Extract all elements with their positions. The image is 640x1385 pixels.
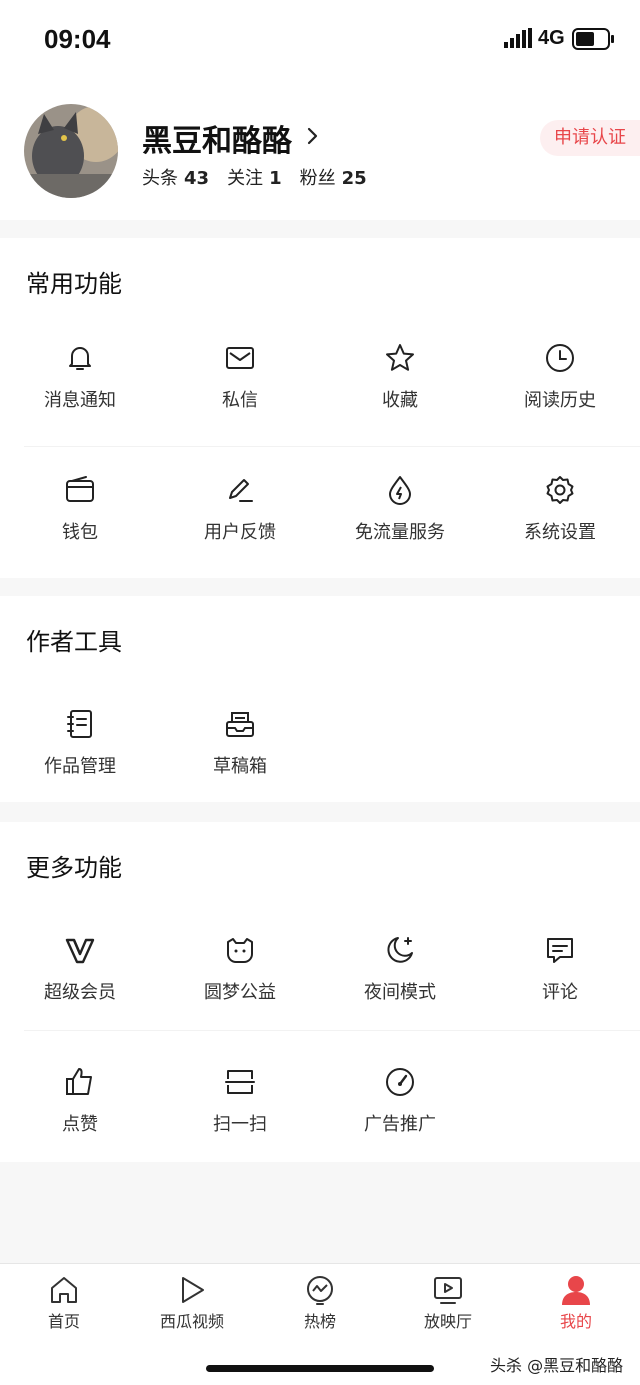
- menu-item-charity[interactable]: 圆梦公益: [160, 912, 320, 1042]
- menu-item-wallet[interactable]: 钱包: [0, 452, 160, 582]
- section-author-tools: 作者工具 作品管理 草稿箱: [0, 596, 640, 802]
- trending-icon: [307, 1276, 333, 1305]
- section-common-functions: 常用功能 消息通知 私信 收藏 阅读历史 钱包 用户反馈 免流量服务 系统设置: [0, 238, 640, 578]
- menu-item-feedback[interactable]: 用户反馈: [160, 452, 320, 582]
- clock-icon: [546, 344, 574, 372]
- status-bar: 09:04 4G: [0, 0, 640, 80]
- mail-icon: [226, 347, 254, 369]
- section-title: 更多功能: [26, 854, 122, 882]
- drafts-icon: [226, 712, 254, 737]
- gear-icon: [546, 476, 574, 504]
- bell-icon: [69, 347, 91, 370]
- signal-icon: [504, 28, 532, 50]
- vip-icon: [65, 938, 95, 964]
- profile-stats: 头条 43 关注 1 粉丝 25: [142, 164, 367, 190]
- avatar[interactable]: [24, 104, 118, 198]
- comment-icon: [547, 938, 573, 963]
- stat-posts[interactable]: 头条 43: [142, 164, 209, 190]
- menu-item-reading-history[interactable]: 阅读历史: [480, 320, 640, 450]
- tab-home[interactable]: 首页: [0, 1272, 128, 1342]
- stat-following[interactable]: 关注 1: [227, 164, 282, 190]
- menu-item-night-mode[interactable]: 夜间模式: [320, 912, 480, 1042]
- grid-row: 超级会员 圆梦公益 夜间模式 评论: [0, 912, 640, 1042]
- pen-icon: [229, 479, 253, 502]
- notebook-icon: [67, 710, 92, 738]
- watermark: 头杀 @黑豆和酪酪: [490, 1356, 624, 1375]
- menu-item-comments[interactable]: 评论: [480, 912, 640, 1042]
- menu-item-free-data[interactable]: 免流量服务: [320, 452, 480, 582]
- star-icon: [386, 344, 414, 371]
- home-icon: [51, 1277, 77, 1303]
- charity-icon: [227, 938, 253, 963]
- divider: [24, 1030, 640, 1031]
- gauge-icon: [386, 1068, 414, 1096]
- network-label: 4G: [538, 27, 565, 49]
- thumbs-up-icon: [66, 1068, 92, 1095]
- section-title: 作者工具: [26, 628, 122, 656]
- grid-row: 点赞 扫一扫 广告推广: [0, 1044, 640, 1174]
- battery-icon: [572, 27, 616, 51]
- play-icon: [182, 1277, 204, 1303]
- menu-item-drafts[interactable]: 草稿箱: [160, 686, 320, 816]
- apply-verification-button[interactable]: 申请认证: [540, 120, 640, 156]
- grid-row: 钱包 用户反馈 免流量服务 系统设置: [0, 452, 640, 582]
- username[interactable]: 黑豆和酪酪: [142, 116, 292, 160]
- menu-item-ad-promotion[interactable]: 广告推广: [320, 1044, 480, 1174]
- data-drop-icon: [389, 476, 411, 505]
- menu-item-notifications[interactable]: 消息通知: [0, 320, 160, 450]
- moon-icon: [387, 937, 413, 963]
- home-indicator[interactable]: [206, 1365, 434, 1372]
- divider: [24, 446, 640, 447]
- menu-item-messages[interactable]: 私信: [160, 320, 320, 450]
- menu-item-super-vip[interactable]: 超级会员: [0, 912, 160, 1042]
- section-more-functions: 更多功能 超级会员 圆梦公益 夜间模式 评论 点赞 扫一扫 广告推广: [0, 822, 640, 1162]
- tab-cinema[interactable]: 放映厅: [384, 1272, 512, 1342]
- menu-item-settings[interactable]: 系统设置: [480, 452, 640, 582]
- menu-item-favorites[interactable]: 收藏: [320, 320, 480, 450]
- menu-item-likes[interactable]: 点赞: [0, 1044, 160, 1174]
- profile-header: 黑豆和酪酪 头条 43 关注 1 粉丝 25 申请认证: [0, 80, 640, 220]
- menu-item-scan[interactable]: 扫一扫: [160, 1044, 320, 1174]
- tv-icon: [434, 1277, 462, 1304]
- user-icon: [562, 1276, 590, 1305]
- wallet-icon: [66, 476, 94, 502]
- grid-row: 作品管理 草稿箱: [0, 686, 640, 816]
- tab-xigua-video[interactable]: 西瓜视频: [128, 1272, 256, 1342]
- section-title: 常用功能: [26, 270, 122, 298]
- status-time: 09:04: [44, 24, 111, 54]
- chevron-right-icon[interactable]: [306, 126, 320, 146]
- grid-row: 消息通知 私信 收藏 阅读历史: [0, 320, 640, 450]
- tab-trending[interactable]: 热榜: [256, 1272, 384, 1342]
- menu-item-works-management[interactable]: 作品管理: [0, 686, 160, 816]
- tab-mine[interactable]: 我的: [512, 1272, 640, 1342]
- scan-icon: [225, 1070, 255, 1094]
- stat-followers[interactable]: 粉丝 25: [300, 164, 367, 190]
